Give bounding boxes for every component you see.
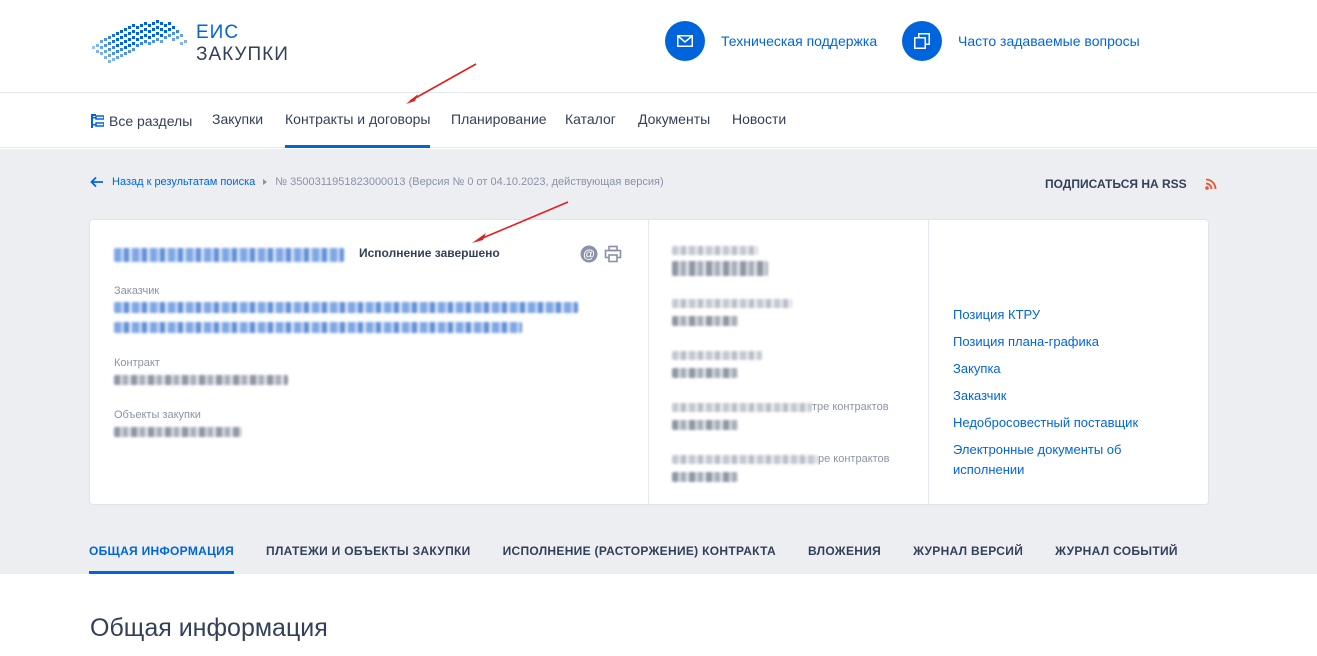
column-divider — [648, 220, 649, 504]
link-electronic-execution-docs[interactable]: Электронные документы об исполнении — [953, 440, 1173, 480]
purchase-objects-label: Объекты закупки — [114, 409, 201, 421]
nav-item-contracts[interactable]: Контракты и договоры — [285, 94, 431, 148]
breadcrumb-current: № 3500311951823000013 (Версия № 0 от 04.… — [275, 176, 664, 188]
link-customer[interactable]: Заказчик — [953, 386, 1173, 406]
rss-subscribe-link[interactable]: ПОДПИСАТЬСЯ НА RSS — [1045, 177, 1217, 191]
registry-label-suffix: тре контрактов — [812, 401, 889, 413]
nav-all-sections-label: Все разделы — [109, 113, 193, 129]
nav-item-catalog[interactable]: Каталог — [565, 94, 616, 148]
back-to-results-link[interactable]: Назад к результатам поиска — [112, 176, 255, 188]
date-label-redacted — [672, 299, 792, 308]
faq-label: Часто задаваемые вопросы — [958, 33, 1140, 49]
eis-logo[interactable]: ЕИС ЗАКУПКИ — [90, 18, 289, 70]
registry-label-redacted — [672, 455, 818, 464]
status-badge: Исполнение завершено — [359, 246, 500, 260]
tech-support-link[interactable]: Техническая поддержка — [665, 21, 877, 61]
column-divider — [928, 220, 929, 504]
link-plan-schedule-position[interactable]: Позиция плана-графика — [953, 332, 1173, 352]
rss-icon — [1204, 178, 1217, 190]
site-header: ЕИС ЗАКУПКИ Техническая поддержка Часто … — [0, 0, 1317, 93]
contract-value-redacted — [114, 375, 288, 385]
faq-link[interactable]: Часто задаваемые вопросы — [902, 21, 1140, 61]
customer-name-redacted[interactable] — [114, 322, 522, 333]
print-icon[interactable] — [604, 245, 622, 263]
rss-label: ПОДПИСАТЬСЯ НА RSS — [1045, 177, 1187, 191]
contract-card: Исполнение завершено @ Заказчик Контракт… — [89, 219, 1209, 505]
content-area: Назад к результатам поиска № 35003119518… — [0, 149, 1317, 574]
tab-execution-termination[interactable]: ИСПОЛНЕНИЕ (РАСТОРЖЕНИЕ) КОНТРАКТА — [503, 544, 776, 574]
customer-label: Заказчик — [114, 285, 160, 297]
tab-bar: ОБЩАЯ ИНФОРМАЦИЯ ПЛАТЕЖИ И ОБЪЕКТЫ ЗАКУП… — [89, 544, 1210, 574]
arrow-left-icon[interactable] — [90, 176, 104, 188]
main-nav: Все разделы Закупки Контракты и договоры… — [0, 94, 1317, 148]
link-purchase[interactable]: Закупка — [953, 359, 1173, 379]
tab-attachments[interactable]: ВЛОЖЕНИЯ — [808, 544, 881, 574]
nav-item-planning[interactable]: Планирование — [451, 94, 547, 148]
registry-label-suffix: ре контрактов — [818, 453, 890, 465]
email-at-icon[interactable]: @ — [580, 245, 598, 263]
date-value-redacted — [672, 368, 738, 378]
nav-item-documents[interactable]: Документы — [638, 94, 710, 148]
mail-icon — [665, 21, 705, 61]
nav-all-sections[interactable]: Все разделы — [91, 94, 192, 148]
tab-payments-objects[interactable]: ПЛАТЕЖИ И ОБЪЕКТЫ ЗАКУПКИ — [266, 544, 471, 574]
link-unscrupulous-supplier[interactable]: Недобросовестный поставщик — [953, 413, 1173, 433]
nav-item-purchases[interactable]: Закупки — [212, 94, 263, 148]
card-actions: @ — [580, 245, 622, 263]
customer-name-redacted[interactable] — [114, 302, 578, 313]
russia-map-icon — [92, 20, 187, 63]
related-links: Позиция КТРУ Позиция плана-графика Закуп… — [953, 305, 1173, 487]
svg-text:@: @ — [583, 247, 595, 261]
tech-support-label: Техническая поддержка — [721, 33, 878, 49]
date-value-redacted — [672, 316, 738, 326]
registry-label-redacted — [672, 403, 812, 412]
tab-event-log[interactable]: ЖУРНАЛ СОБЫТИЙ — [1055, 544, 1178, 574]
price-value-redacted — [672, 261, 768, 276]
logo-line1: ЕИС — [196, 22, 240, 43]
tab-general-info[interactable]: ОБЩАЯ ИНФОРМАЦИЯ — [89, 544, 235, 574]
logo-line2: ЗАКУПКИ — [196, 44, 289, 65]
price-label-redacted — [672, 246, 758, 255]
nav-item-news[interactable]: Новости — [732, 94, 786, 148]
breadcrumb-separator-icon — [263, 179, 268, 185]
logo-text: ЕИС ЗАКУПКИ — [196, 22, 289, 66]
section-title: Общая информация — [90, 614, 328, 642]
date-label-redacted — [672, 351, 762, 360]
sections-tree-icon — [91, 114, 104, 128]
link-ktru-position[interactable]: Позиция КТРУ — [953, 305, 1173, 325]
tab-version-log[interactable]: ЖУРНАЛ ВЕРСИЙ — [913, 544, 1023, 574]
breadcrumb: Назад к результатам поиска № 35003119518… — [90, 176, 664, 188]
purchase-objects-redacted — [114, 427, 242, 437]
registry-date-redacted — [672, 420, 738, 430]
contract-label: Контракт — [114, 357, 160, 369]
copy-icon — [902, 21, 942, 61]
registry-date-redacted — [672, 472, 738, 482]
contract-number-redacted[interactable] — [114, 248, 344, 262]
